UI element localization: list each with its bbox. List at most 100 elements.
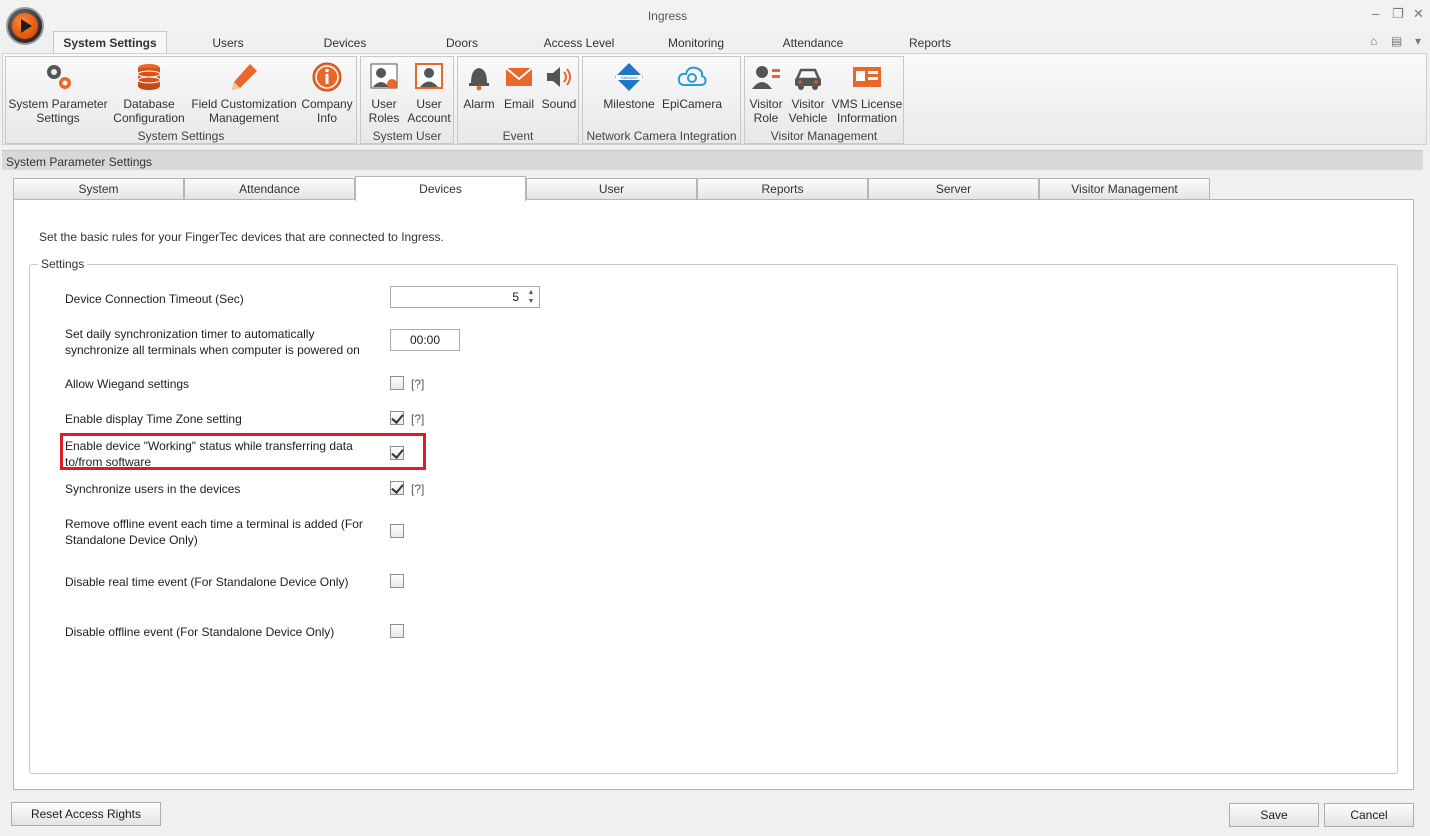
tab-system[interactable]: System: [13, 178, 184, 200]
wiegand-help-link[interactable]: [?]: [411, 377, 424, 391]
ribbon-tab-attendance[interactable]: Attendance: [775, 34, 851, 54]
window-title: Ingress: [647, 9, 688, 23]
tab-reports[interactable]: Reports: [697, 178, 868, 200]
reset-access-rights-button[interactable]: Reset Access Rights: [11, 802, 161, 826]
field-customization-button[interactable]: Field Customization Management: [190, 61, 298, 125]
button-label: Visitor Role: [749, 97, 783, 125]
tab-devices[interactable]: Devices: [355, 176, 526, 201]
info-icon: [311, 61, 343, 93]
button-label: System Parameter Settings: [8, 97, 108, 125]
cloud-camera-icon: [676, 61, 708, 93]
devices-tab-content: Set the basic rules for your FingerTec d…: [13, 199, 1414, 790]
working-status-checkbox[interactable]: [390, 446, 404, 460]
timeout-value: 5: [512, 290, 519, 304]
restore-button[interactable]: ❐: [1392, 6, 1404, 22]
user-roles-button[interactable]: User Roles: [363, 61, 405, 125]
app-logo-icon[interactable]: [6, 7, 44, 45]
tab-visitor-management[interactable]: Visitor Management: [1039, 178, 1210, 200]
sound-button[interactable]: Sound: [540, 61, 578, 111]
tab-server[interactable]: Server: [868, 178, 1039, 200]
database-configuration-button[interactable]: Database Configuration: [110, 61, 188, 125]
ribbon-group-system-user: User Roles User Account System User: [360, 56, 454, 144]
alarm-bell-icon: [463, 61, 495, 93]
tab-user[interactable]: User: [526, 178, 697, 200]
milestone-button[interactable]: milestone Milestone: [599, 61, 659, 111]
panel-header: System Parameter Settings: [2, 150, 1423, 170]
group-label: System User: [372, 129, 442, 143]
alarm-button[interactable]: Alarm: [460, 61, 498, 111]
button-label: Alarm: [463, 97, 495, 111]
ribbon: System Parameter Settings Database Confi…: [2, 53, 1427, 145]
sync-users-label: Synchronize users in the devices: [65, 482, 241, 496]
save-button[interactable]: Save: [1229, 803, 1319, 827]
speaker-icon: [543, 61, 575, 93]
ribbon-group-visitor-management: Visitor Role Visitor Vehicle VMS License…: [744, 56, 904, 144]
button-label: Field Customization Management: [191, 97, 297, 125]
ribbon-tab-system-settings[interactable]: System Settings: [53, 31, 167, 54]
button-label: Company Info: [301, 97, 353, 125]
cancel-button[interactable]: Cancel: [1324, 803, 1414, 827]
sync-users-help-link[interactable]: [?]: [411, 482, 424, 496]
company-info-button[interactable]: Company Info: [300, 61, 354, 125]
disable-offline-checkbox[interactable]: [390, 624, 404, 638]
button-label: Milestone: [603, 97, 655, 111]
sync-users-checkbox[interactable]: [390, 481, 404, 495]
wiegand-label: Allow Wiegand settings: [65, 377, 190, 391]
ribbon-tab-devices[interactable]: Devices: [315, 34, 375, 54]
button-label: Sound: [541, 97, 577, 111]
disable-realtime-checkbox[interactable]: [390, 574, 404, 588]
visitor-role-icon: [750, 61, 782, 93]
pencil-icon: [228, 61, 260, 93]
license-card-icon: [851, 61, 883, 93]
user-account-button[interactable]: User Account: [405, 61, 453, 125]
title-bar: Ingress – ❐ ✕: [0, 0, 1430, 30]
sync-timer-input[interactable]: 00:00: [390, 329, 460, 351]
remove-offline-label: Remove offline event each time a termina…: [65, 517, 363, 547]
button-label: User Account: [407, 97, 451, 125]
email-button[interactable]: Email: [500, 61, 538, 111]
home-icon[interactable]: ⌂: [1370, 34, 1377, 48]
visitor-role-button[interactable]: Visitor Role: [747, 61, 785, 125]
database-icon: [133, 61, 165, 93]
milestone-logo-icon: milestone: [613, 61, 645, 93]
timezone-checkbox[interactable]: [390, 411, 404, 425]
system-parameter-settings-button[interactable]: System Parameter Settings: [8, 61, 108, 125]
ribbon-tab-users[interactable]: Users: [198, 34, 258, 54]
button-label: Email: [503, 97, 534, 111]
ribbon-tab-reports[interactable]: Reports: [900, 34, 960, 54]
panel-title: System Parameter Settings: [6, 155, 153, 169]
ribbon-tab-access-level[interactable]: Access Level: [538, 34, 620, 54]
remove-offline-checkbox[interactable]: [390, 524, 404, 538]
layout-icon[interactable]: ▤: [1391, 34, 1402, 48]
wiegand-checkbox[interactable]: [390, 376, 404, 390]
button-label: EpiCamera: [661, 97, 723, 111]
disable-realtime-label: Disable real time event (For Standalone …: [65, 575, 349, 589]
email-icon: [503, 61, 535, 93]
ribbon-tab-monitoring[interactable]: Monitoring: [660, 34, 732, 54]
settings-legend: Settings: [38, 257, 88, 271]
ribbon-tab-bar: System Settings Users Devices Doors Acce…: [0, 30, 1430, 54]
button-label: Visitor Vehicle: [788, 97, 828, 125]
sync-timer-label: Set daily synchronization timer to autom…: [65, 327, 360, 357]
ribbon-tab-doors[interactable]: Doors: [432, 34, 492, 54]
intro-text: Set the basic rules for your FingerTec d…: [39, 230, 444, 244]
user-account-icon: [413, 61, 445, 93]
spin-buttons[interactable]: ▲ ▼: [526, 288, 536, 306]
close-button[interactable]: ✕: [1413, 6, 1424, 22]
working-status-label: Enable device "Working" status while tra…: [65, 439, 353, 469]
visitor-vehicle-button[interactable]: Visitor Vehicle: [787, 61, 829, 125]
button-label: VMS License Information: [831, 97, 903, 125]
group-label: Network Camera Integration: [586, 129, 737, 143]
timezone-help-link[interactable]: [?]: [411, 412, 424, 426]
vms-license-button[interactable]: VMS License Information: [831, 61, 903, 125]
timeout-label: Device Connection Timeout (Sec): [65, 292, 244, 306]
minimize-button[interactable]: –: [1372, 6, 1379, 21]
timezone-label: Enable display Time Zone setting: [65, 412, 242, 426]
disable-offline-label: Disable offline event (For Standalone De…: [65, 625, 335, 639]
timeout-stepper[interactable]: 5 ▲ ▼: [390, 286, 540, 308]
tab-attendance[interactable]: Attendance: [184, 178, 355, 200]
epicamera-button[interactable]: EpiCamera: [661, 61, 723, 111]
dropdown-icon[interactable]: ▾: [1415, 34, 1421, 48]
gears-icon: [42, 61, 74, 93]
button-label: Database Configuration: [113, 97, 185, 125]
